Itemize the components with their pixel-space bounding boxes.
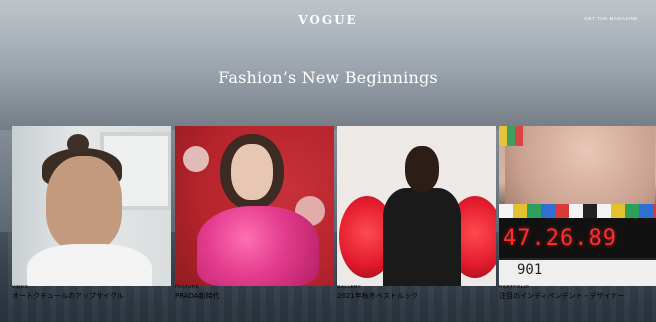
card-title[interactable]: オートクチュールのアップサイクル bbox=[12, 291, 171, 301]
card-video-image[interactable] bbox=[12, 126, 171, 286]
card-category: GALLERY bbox=[337, 284, 362, 289]
clapper-stripes bbox=[499, 204, 656, 218]
card-category: FEATURE bbox=[175, 284, 200, 289]
card-feature-image[interactable] bbox=[175, 126, 334, 286]
black-jacket-shape bbox=[383, 188, 461, 286]
card-caption[interactable]: FEATURE PRADA新時代 bbox=[175, 284, 334, 304]
card-portfolio-image[interactable]: 47.26.89 901 bbox=[499, 126, 656, 286]
get-magazine-link[interactable]: GET THE MAGAZINE bbox=[584, 16, 638, 21]
shirt-shape bbox=[27, 244, 152, 286]
card-caption[interactable]: GALLERY 2021年秋冬ベストルック bbox=[337, 284, 496, 304]
card-gallery-image[interactable] bbox=[337, 126, 496, 286]
face-shape bbox=[231, 144, 273, 200]
clapper-color-corner bbox=[499, 126, 523, 146]
card-category: PORTFOLIO bbox=[499, 284, 530, 289]
card-caption[interactable]: PORTFOLIO 注目のインディペンデント・デザイナー bbox=[499, 284, 656, 304]
slate-number: 901 bbox=[517, 262, 543, 278]
bun-shape bbox=[67, 134, 89, 154]
sequin-dress-shape bbox=[197, 206, 319, 286]
vogue-page: VOGUE GET THE MAGAZINE Fashion’s New Beg… bbox=[0, 0, 656, 322]
timecode-digits: 47.26.89 bbox=[503, 226, 617, 251]
flower-decoration bbox=[183, 146, 209, 172]
face-shape bbox=[405, 146, 439, 192]
card-title[interactable]: PRADA新時代 bbox=[175, 291, 334, 301]
face-shape bbox=[505, 126, 655, 208]
face-shape bbox=[46, 156, 122, 251]
card-caption[interactable]: VIDEO オートクチュールのアップサイクル bbox=[12, 284, 171, 304]
card-category: VIDEO bbox=[12, 284, 29, 289]
feature-cards: 47.26.89 901 bbox=[12, 126, 656, 306]
hero-title: Fashion’s New Beginnings bbox=[218, 68, 438, 87]
card-title[interactable]: 注目のインディペンデント・デザイナー bbox=[499, 291, 656, 301]
card-title[interactable]: 2021年秋冬ベストルック bbox=[337, 291, 496, 301]
vogue-logo[interactable]: VOGUE bbox=[0, 13, 656, 27]
